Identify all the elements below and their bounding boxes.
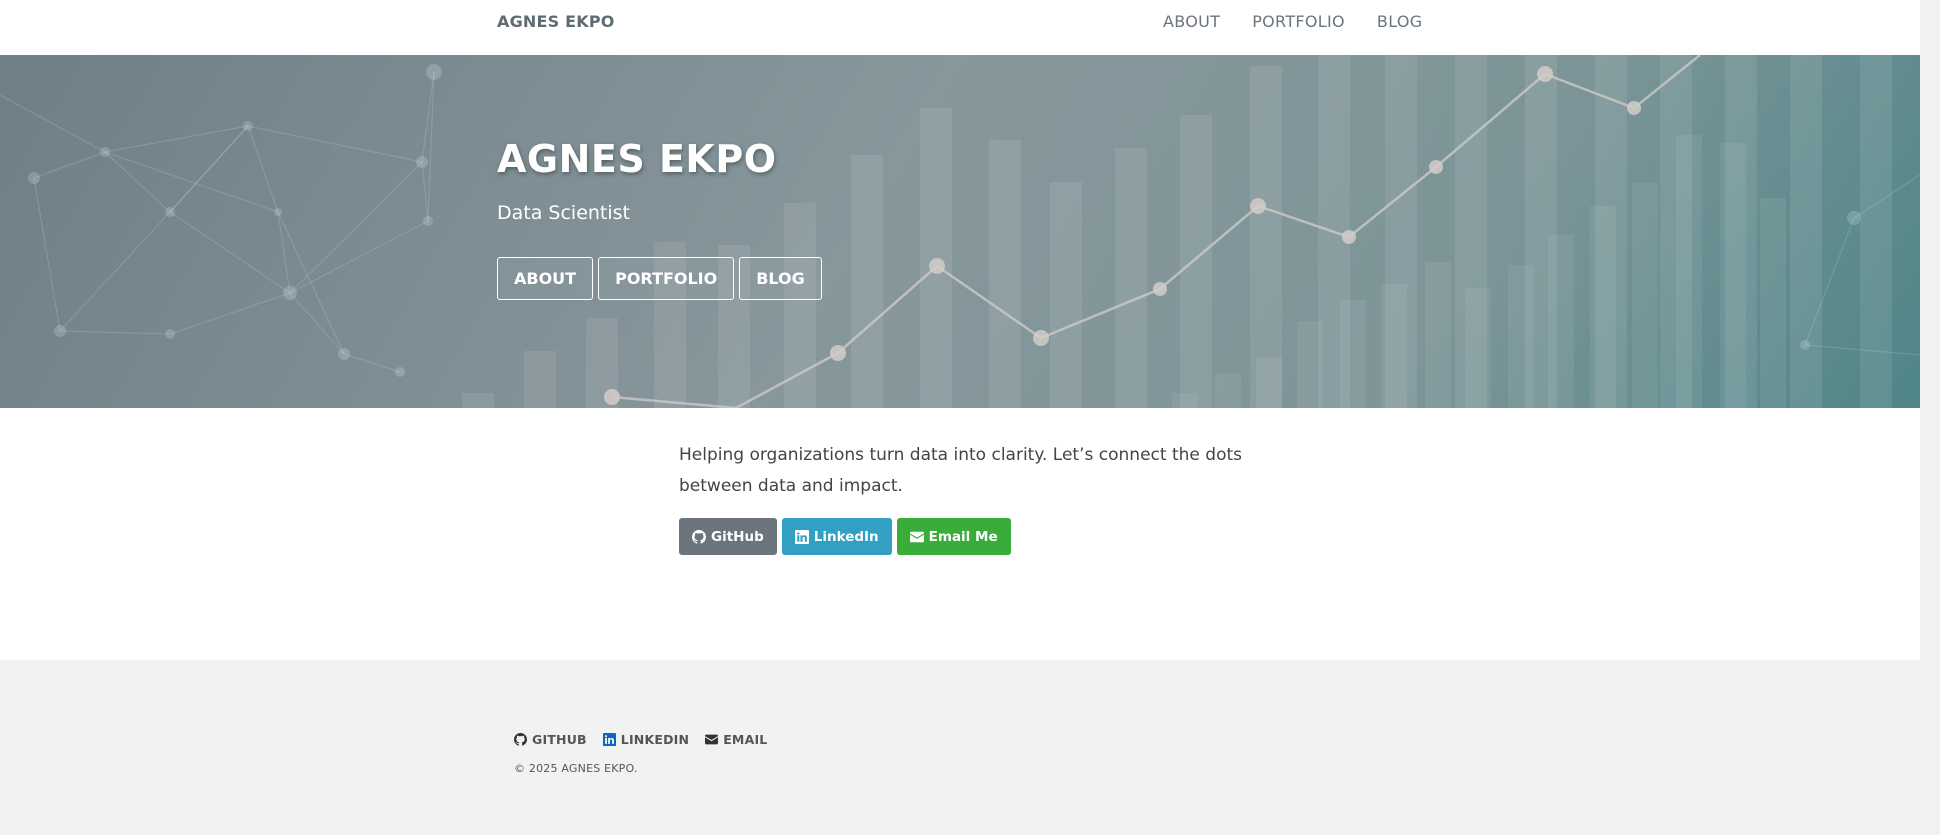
github-icon xyxy=(514,733,527,746)
envelope-icon xyxy=(705,733,719,746)
hero-subtitle: Data Scientist xyxy=(497,202,630,224)
hero-blog-button[interactable]: BLOG xyxy=(739,257,822,300)
brand-link[interactable]: AGNES EKPO xyxy=(497,12,615,31)
nav-links: ABOUT PORTFOLIO BLOG xyxy=(1163,12,1422,31)
email-button-label: Email Me xyxy=(928,528,998,545)
footer: GITHUB LINKEDIN EMAIL © 2025 AGNES EKPO. xyxy=(0,660,1920,835)
nav-link-portfolio[interactable]: PORTFOLIO xyxy=(1252,12,1345,31)
github-icon xyxy=(692,529,706,544)
hero-about-button[interactable]: ABOUT xyxy=(497,257,594,300)
hero-button-group: ABOUT PORTFOLIO BLOG xyxy=(497,257,822,300)
copyright-text: © 2025 AGNES EKPO. xyxy=(514,762,638,775)
hero-portfolio-button[interactable]: PORTFOLIO xyxy=(598,257,735,300)
nav-link-about[interactable]: ABOUT xyxy=(1163,12,1220,31)
nav-link-blog[interactable]: BLOG xyxy=(1377,12,1423,31)
envelope-icon xyxy=(909,530,924,544)
github-button[interactable]: GitHub xyxy=(679,518,777,555)
footer-links: GITHUB LINKEDIN EMAIL xyxy=(514,732,767,747)
linkedin-button[interactable]: LinkedIn xyxy=(781,518,892,555)
linkedin-icon xyxy=(794,529,809,544)
email-button[interactable]: Email Me xyxy=(896,518,1011,555)
hero-title: AGNES EKPO xyxy=(497,137,777,181)
linkedin-button-label: LinkedIn xyxy=(813,528,879,545)
page-scrollbar[interactable] xyxy=(1920,0,1940,835)
footer-linkedin-link[interactable]: LINKEDIN xyxy=(602,732,690,747)
footer-linkedin-label: LINKEDIN xyxy=(620,732,690,747)
top-navbar: AGNES EKPO ABOUT PORTFOLIO BLOG xyxy=(0,0,1920,55)
linkedin-icon xyxy=(602,733,616,746)
footer-github-link[interactable]: GITHUB xyxy=(514,732,587,747)
intro-text: Helping organizations turn data into cla… xyxy=(679,445,1242,496)
footer-email-label: EMAIL xyxy=(723,732,768,747)
social-button-group: GitHub LinkedIn Email Me xyxy=(679,518,1011,555)
github-button-label: GitHub xyxy=(711,528,764,545)
footer-email-link[interactable]: EMAIL xyxy=(705,732,767,747)
hero-background-graphic xyxy=(0,55,1920,408)
footer-github-label: GITHUB xyxy=(532,732,587,747)
hero-banner: AGNES EKPO Data Scientist ABOUT PORTFOLI… xyxy=(0,55,1920,408)
